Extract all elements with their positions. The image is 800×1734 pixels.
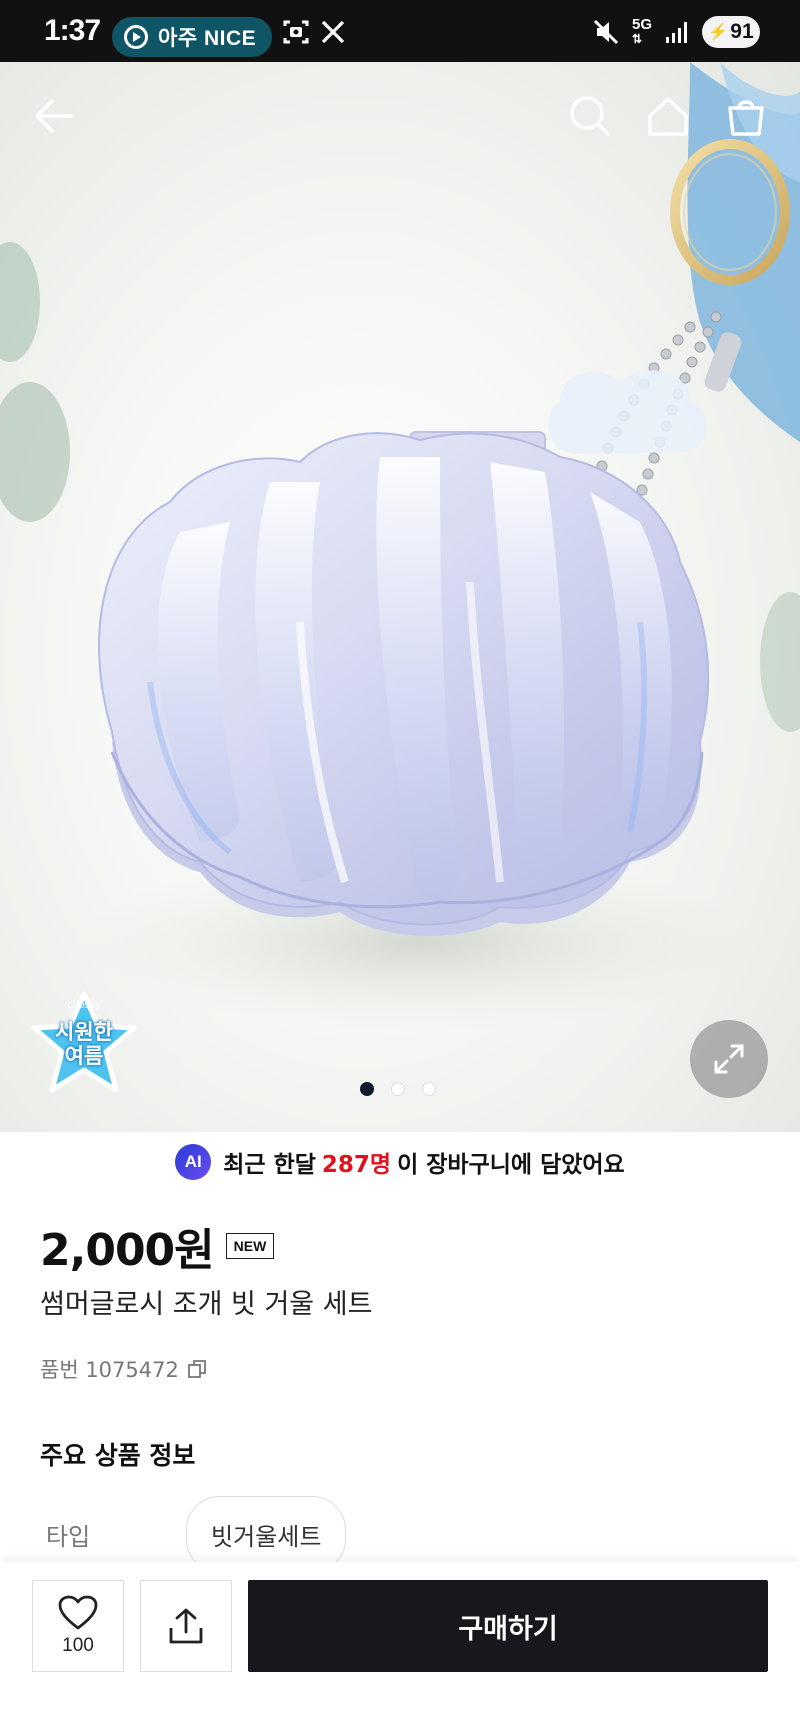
status-right-icons: 5G ⇅ ⚡ 91 — [592, 16, 760, 48]
badge-text: 시원한 여름 — [28, 1020, 140, 1068]
new-badge: NEW — [225, 1233, 275, 1259]
badge-line-1: 시원한 — [55, 1020, 113, 1044]
expand-image-button[interactable] — [690, 1020, 768, 1098]
media-pill[interactable]: 아주 NICE — [112, 17, 272, 57]
copy-icon[interactable] — [187, 1359, 207, 1379]
5g-icon: 5G ⇅ — [631, 16, 652, 46]
expand-icon — [714, 1044, 744, 1074]
back-arrow-icon — [35, 99, 74, 133]
product-photo — [0, 62, 800, 1032]
shopping-bag-icon — [728, 100, 764, 136]
status-time: 1:37 — [44, 14, 101, 47]
signal-icon — [666, 22, 687, 43]
media-pill-label: 아주 NICE — [158, 27, 257, 50]
carousel-dot-3[interactable] — [422, 1082, 436, 1096]
product-image-carousel[interactable]: Glossy 시원한 여름 — [0, 62, 800, 1132]
ai-notice-suffix: 이 장바구니에 담았어요 — [397, 1152, 625, 1178]
carousel-dot-2[interactable] — [391, 1082, 405, 1096]
summer-promo-badge: Glossy 시원한 여름 — [28, 990, 140, 1102]
heart-icon — [58, 1595, 98, 1630]
carousel-dots — [360, 1082, 436, 1096]
product-code-row: 품번 1075472 — [40, 1354, 207, 1384]
spec-key: 타입 — [46, 1523, 91, 1551]
price-row: 2,000원 NEW — [40, 1214, 275, 1278]
mute-icon — [593, 19, 619, 45]
like-button[interactable]: 100 — [32, 1580, 124, 1672]
share-icon — [169, 1608, 203, 1644]
ai-badge: AI — [175, 1144, 212, 1180]
product-title: 썸머글로시 조개 빗 거울 세트 — [40, 1289, 373, 1320]
network-label: 5G — [631, 16, 652, 33]
badge-line-2: 여름 — [64, 1044, 104, 1068]
bottom-action-bar: 100 구매하기 — [0, 1562, 800, 1734]
x-logo-icon — [321, 20, 345, 44]
home-button[interactable] — [640, 88, 696, 144]
product-code: 품번 1075472 — [40, 1358, 179, 1382]
specs-section-title: 주요 상품 정보 — [40, 1441, 196, 1470]
battery-icon: ⚡ 91 — [702, 16, 760, 48]
like-count: 100 — [62, 1635, 94, 1656]
ai-notice-count: 287명 — [321, 1152, 392, 1178]
back-button[interactable] — [26, 88, 82, 144]
top-nav — [0, 62, 800, 172]
ai-notice-prefix: 최근 한달 — [223, 1152, 316, 1178]
battery-level: 91 — [730, 20, 754, 43]
status-left-icons — [282, 18, 346, 46]
play-circle-icon — [124, 25, 148, 49]
buy-button[interactable]: 구매하기 — [248, 1580, 768, 1672]
home-icon — [648, 97, 688, 136]
ai-cart-notice: AI 최근 한달 287명 이 장바구니에 담았어요 — [0, 1144, 800, 1180]
search-button[interactable] — [562, 88, 618, 144]
share-button[interactable] — [140, 1580, 232, 1672]
badge-script: Glossy — [67, 1000, 101, 1011]
carousel-dot-1[interactable] — [360, 1082, 374, 1096]
screen-record-icon — [283, 20, 309, 44]
status-bar: 1:37 아주 NICE 5G ⇅ ⚡ 91 — [0, 0, 800, 62]
product-price: 2,000원 — [40, 1225, 215, 1276]
search-icon — [570, 96, 610, 136]
cart-button[interactable] — [718, 88, 774, 144]
